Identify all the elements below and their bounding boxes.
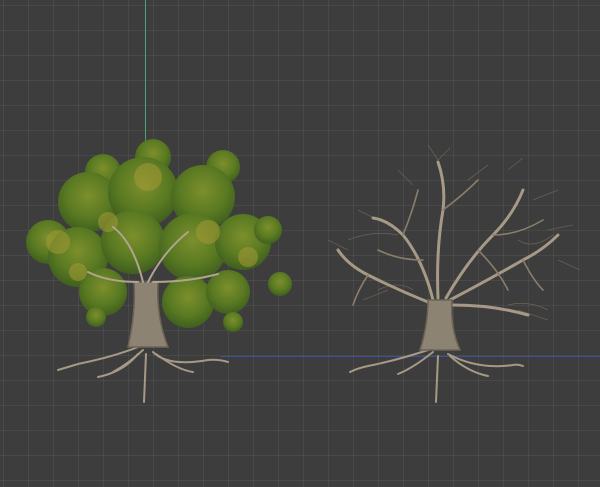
tree-bare-icon — [327, 144, 581, 403]
tree-bare-branches[interactable] — [318, 140, 588, 412]
tree-with-foliage[interactable] — [18, 132, 298, 412]
3d-viewport[interactable] — [0, 0, 600, 487]
tree-leafy-icon — [26, 139, 292, 403]
y-axis-line — [145, 0, 146, 148]
